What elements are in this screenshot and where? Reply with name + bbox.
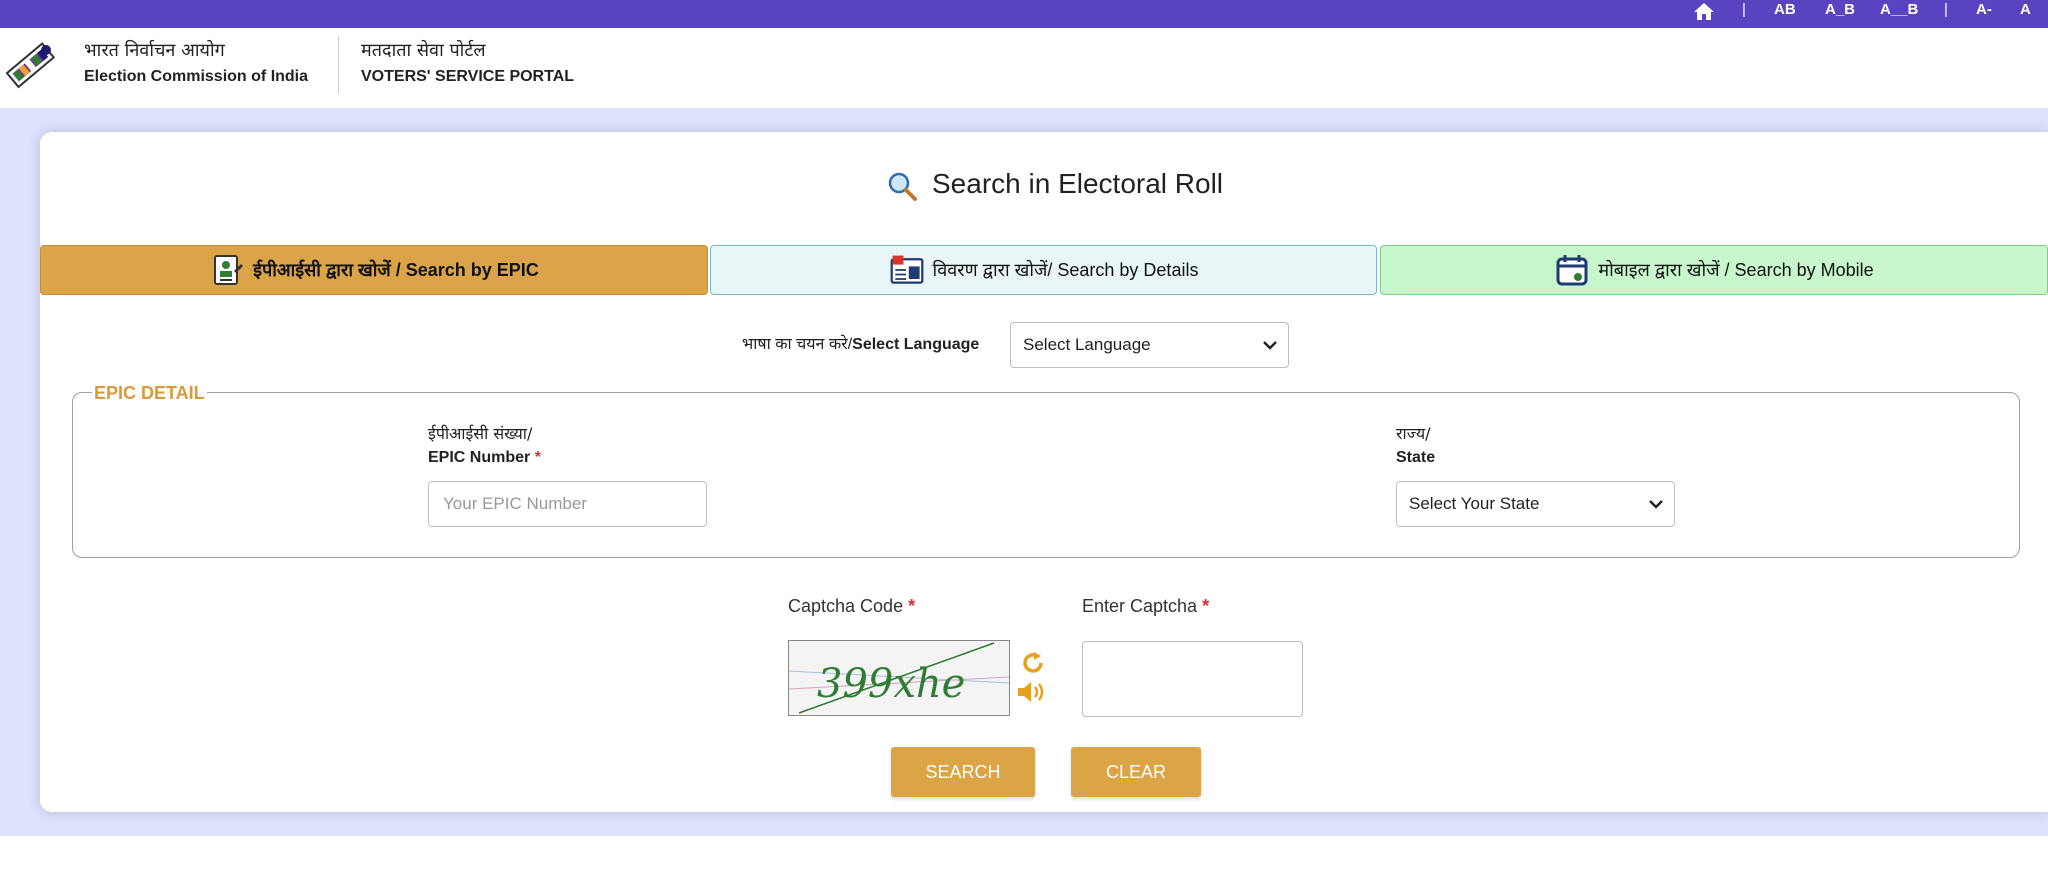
details-card-icon (890, 255, 923, 284)
state-label: State (1396, 449, 1436, 466)
epic-detail-fieldset (72, 392, 2020, 558)
org-name-english: Election Commission of India (84, 68, 309, 85)
required-mark: * (1202, 596, 1210, 616)
eci-logo-icon[interactable] (0, 36, 62, 96)
epic-number-label-hindi: ईपीआईसी संख्या/ (428, 424, 533, 443)
font-size-a-b[interactable]: A_B (1825, 0, 1855, 28)
search-button[interactable]: SEARCH (891, 747, 1035, 797)
zoom-reset-button[interactable]: A (2020, 0, 2031, 28)
header-divider (338, 36, 339, 94)
enter-captcha-label: Enter Captcha * (1082, 596, 1209, 617)
clear-button[interactable]: CLEAR (1071, 747, 1201, 797)
tab-label: विवरण द्वारा खोजें/ Search by Details (932, 260, 1199, 280)
captcha-code-label: Captcha Code * (788, 596, 915, 617)
language-label-hindi: भाषा का चयन करे/ (742, 336, 853, 353)
page-title: Search in Electoral Roll (932, 168, 1224, 199)
home-icon[interactable] (1693, 1, 1715, 21)
captcha-drawing: 399xhe (788, 642, 1010, 714)
epic-number-input[interactable]: Your EPIC Number (428, 481, 707, 527)
site-header: भारत निर्वाचन आयोग Election Commission o… (0, 28, 2048, 108)
language-label: भाषा का चयन करे/Select Language (742, 332, 979, 354)
captcha-text: 399xhe (817, 661, 965, 707)
topbar-separator: | (1944, 1, 1948, 18)
search-icon (888, 172, 917, 201)
tab-label: मोबाइल द्वारा खोजें / Search by Mobile (1598, 260, 1874, 280)
refresh-icon[interactable] (1020, 650, 1046, 676)
state-label-hindi: राज्य/ (1396, 424, 1431, 443)
portal-name-english: VOTERS' SERVICE PORTAL (361, 68, 575, 85)
top-utility-bar: | AB A_B A__B | A- A (0, 0, 2048, 28)
epic-number-label: EPIC Number * (428, 449, 541, 467)
epic-detail-legend: EPIC DETAIL (92, 382, 207, 404)
portal-name-hindi: मतदाता सेवा पोर्टल (361, 40, 486, 61)
font-size-ab[interactable]: AB (1774, 0, 1796, 28)
calendar-mobile-icon (1556, 255, 1588, 286)
org-name-hindi: भारत निर्वाचन आयोग (84, 40, 225, 61)
language-label-english: Select Language (852, 336, 980, 353)
required-mark: * (908, 596, 916, 616)
chevron-down-icon (1263, 341, 1277, 350)
zoom-out-button[interactable]: A- (1976, 0, 1992, 28)
id-card-icon (214, 255, 244, 285)
font-size-a-b-wide[interactable]: A__B (1880, 0, 1918, 28)
language-select-value: Select Language (1023, 335, 1151, 354)
captcha-input[interactable] (1082, 641, 1303, 717)
state-select-value: Select Your State (1409, 494, 1540, 513)
page-footer-space (0, 836, 2048, 872)
epic-number-placeholder: Your EPIC Number (443, 494, 587, 513)
language-select[interactable]: Select Language (1010, 322, 1289, 368)
tab-label: ईपीआईसी द्वारा खोजें / Search by EPIC (253, 260, 539, 280)
tab-search-by-epic[interactable]: ईपीआईसी द्वारा खोजें / Search by EPIC (40, 245, 708, 295)
required-mark: * (534, 449, 541, 466)
chevron-down-icon (1649, 500, 1663, 509)
captcha-image: 399xhe (788, 640, 1010, 716)
captcha-code-label-text: Captcha Code (788, 596, 904, 616)
audio-icon[interactable] (1016, 679, 1048, 705)
tab-search-by-mobile[interactable]: मोबाइल द्वारा खोजें / Search by Mobile (1380, 245, 2048, 295)
enter-captcha-label-text: Enter Captcha (1082, 596, 1198, 616)
tab-search-by-details[interactable]: विवरण द्वारा खोजें/ Search by Details (710, 245, 1377, 295)
topbar-separator: | (1742, 1, 1746, 18)
epic-number-label-text: EPIC Number (428, 449, 531, 466)
state-select[interactable]: Select Your State (1396, 481, 1675, 527)
